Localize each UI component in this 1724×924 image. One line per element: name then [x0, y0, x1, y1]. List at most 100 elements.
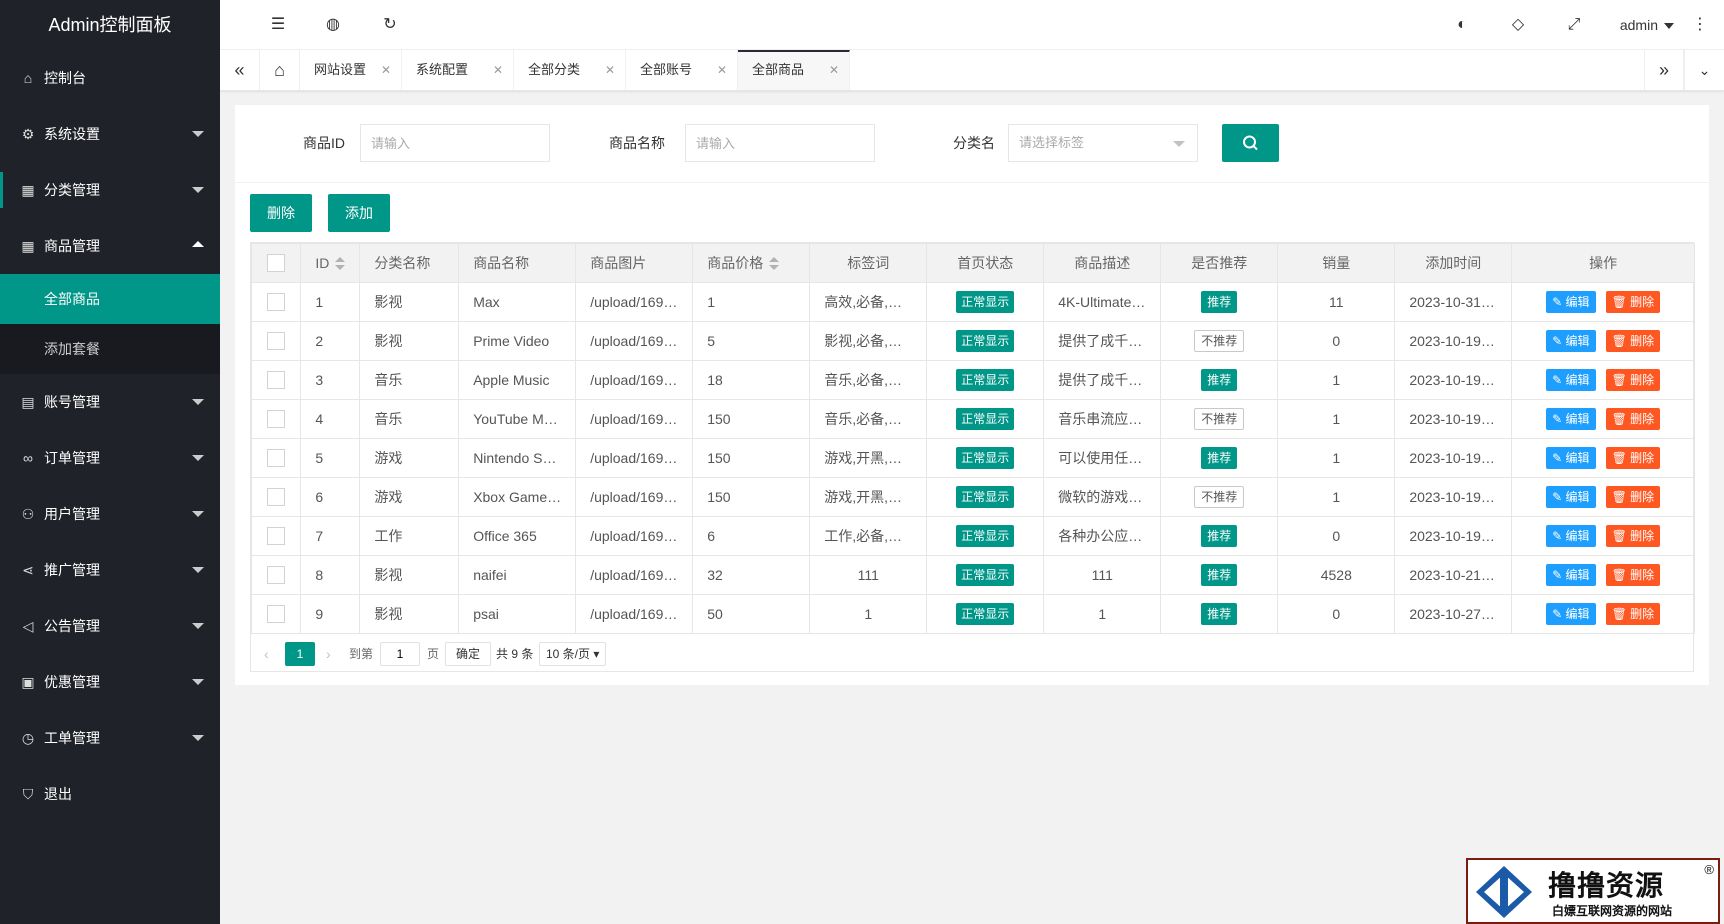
- delete-button[interactable]: 🗑 删除: [1605, 447, 1661, 469]
- row-checkbox[interactable]: [267, 371, 286, 390]
- row-checkbox[interactable]: [267, 605, 286, 624]
- edit-button[interactable]: ✎ 编辑: [1546, 486, 1596, 508]
- sidebar-item-notice-mgmt[interactable]: ◁ 公告管理: [0, 598, 220, 654]
- column-header-id[interactable]: ID: [300, 243, 361, 283]
- sidebar-item-all-products[interactable]: 全部商品: [0, 274, 220, 324]
- menu-toggle-icon[interactable]: ☰: [258, 0, 298, 50]
- row-checkbox[interactable]: [267, 410, 286, 429]
- home-tab-icon[interactable]: ⌂: [260, 50, 300, 90]
- tabs-scroll-right-icon[interactable]: »: [1644, 50, 1684, 90]
- row-checkbox[interactable]: [267, 527, 286, 546]
- category-select[interactable]: 请选择标签: [1008, 124, 1198, 162]
- cell-description: 4K-Ultimate…: [1043, 282, 1162, 322]
- sidebar-item-discount-mgmt[interactable]: ▣ 优惠管理: [0, 654, 220, 710]
- cell-image: /upload/169…: [575, 399, 694, 439]
- page-size-select[interactable]: 10 条/页 ▾: [539, 642, 607, 666]
- close-icon[interactable]: ✕: [381, 50, 391, 90]
- column-header-label: ID: [315, 254, 330, 271]
- sidebar-item-product-mgmt[interactable]: ▦ 商品管理: [0, 218, 220, 274]
- cell-added-time: 2023-10-21…: [1394, 555, 1513, 595]
- tab-site-settings[interactable]: 网站设置 ✕: [300, 50, 402, 90]
- row-checkbox[interactable]: [267, 488, 286, 507]
- sidebar-item-order-mgmt[interactable]: ∞ 订单管理: [0, 430, 220, 486]
- delete-button[interactable]: 🗑 删除: [1605, 486, 1661, 508]
- delete-label: 删除: [1630, 451, 1655, 465]
- edit-icon: ✎: [1552, 412, 1566, 426]
- cell-image: /upload/169…: [575, 477, 694, 517]
- tab-all-accounts[interactable]: 全部账号 ✕: [626, 50, 738, 90]
- cell-tags: 高效,必备,…: [809, 282, 928, 322]
- tab-all-categories[interactable]: 全部分类 ✕: [514, 50, 626, 90]
- sort-icon[interactable]: [335, 257, 346, 271]
- tag-icon[interactable]: ◇: [1498, 0, 1538, 50]
- refresh-icon[interactable]: ↻: [370, 0, 410, 50]
- delete-button[interactable]: 🗑 删除: [1605, 564, 1661, 586]
- cell-category: 音乐: [359, 399, 460, 439]
- close-icon[interactable]: ✕: [717, 50, 727, 90]
- select-all-checkbox[interactable]: [267, 254, 286, 273]
- row-checkbox[interactable]: [267, 449, 286, 468]
- edit-button[interactable]: ✎ 编辑: [1546, 291, 1596, 313]
- sidebar-item-category-mgmt[interactable]: ▦ 分类管理: [0, 162, 220, 218]
- goto-confirm-button[interactable]: 确定: [445, 642, 492, 666]
- row-checkbox[interactable]: [267, 293, 286, 312]
- delete-label: 删除: [1630, 607, 1655, 621]
- batch-delete-button[interactable]: 删除: [250, 194, 312, 232]
- product-name-input[interactable]: [685, 124, 875, 162]
- palette-icon[interactable]: ◐: [1442, 0, 1482, 50]
- close-icon[interactable]: ✕: [829, 52, 839, 88]
- delete-button[interactable]: 🗑 删除: [1605, 525, 1661, 547]
- edit-button[interactable]: ✎ 编辑: [1546, 603, 1596, 625]
- tabs-scroll-left-icon[interactable]: «: [220, 50, 260, 90]
- globe-icon[interactable]: ◍: [313, 0, 353, 50]
- row-checkbox[interactable]: [267, 332, 286, 351]
- edit-button[interactable]: ✎ 编辑: [1546, 330, 1596, 352]
- tabs-menu-chevron-icon[interactable]: ⌄: [1684, 50, 1724, 90]
- category-label: 分类名: [953, 135, 995, 151]
- cell-name: Nintendo S…: [458, 438, 577, 478]
- sidebar-menu: ⌂ 控制台 ⚙ 系统设置 ▦ 分类管理 ▦ 商品管理 全部商品 添加套餐 ▤ 账…: [0, 50, 220, 822]
- edit-button[interactable]: ✎ 编辑: [1546, 564, 1596, 586]
- product-id-input[interactable]: [360, 124, 550, 162]
- tab-system-config[interactable]: 系统配置 ✕: [402, 50, 514, 90]
- edit-button[interactable]: ✎ 编辑: [1546, 369, 1596, 391]
- edit-button[interactable]: ✎ 编辑: [1546, 408, 1596, 430]
- trash-icon: 🗑: [1611, 295, 1631, 309]
- edit-label: 编辑: [1565, 451, 1590, 465]
- edit-button[interactable]: ✎ 编辑: [1546, 447, 1596, 469]
- user-icon: ⚇: [21, 506, 35, 522]
- close-icon[interactable]: ✕: [493, 50, 503, 90]
- prev-page-icon[interactable]: ‹: [264, 642, 269, 666]
- sidebar-item-user-mgmt[interactable]: ⚇ 用户管理: [0, 486, 220, 542]
- delete-button[interactable]: 🗑 删除: [1605, 369, 1661, 391]
- user-menu[interactable]: admin: [1620, 0, 1674, 50]
- delete-button[interactable]: 🗑 删除: [1605, 603, 1661, 625]
- sidebar-item-dashboard[interactable]: ⌂ 控制台: [0, 50, 220, 106]
- tab-all-products[interactable]: 全部商品 ✕: [738, 50, 850, 90]
- row-checkbox[interactable]: [267, 566, 286, 585]
- cell-home-status: 正常显示: [926, 516, 1045, 556]
- search-button[interactable]: [1222, 124, 1279, 162]
- sidebar-item-promo-mgmt[interactable]: ⋖ 推广管理: [0, 542, 220, 598]
- sidebar-item-system-settings[interactable]: ⚙ 系统设置: [0, 106, 220, 162]
- delete-button[interactable]: 🗑 删除: [1605, 330, 1661, 352]
- more-icon[interactable]: ⋮: [1680, 0, 1720, 50]
- delete-button[interactable]: 🗑 删除: [1605, 291, 1661, 313]
- add-button[interactable]: 添加: [328, 194, 390, 232]
- sidebar-item-account-mgmt[interactable]: ▤ 账号管理: [0, 374, 220, 430]
- page-current[interactable]: 1: [285, 642, 315, 666]
- chevron-down-icon: [192, 511, 204, 517]
- close-icon[interactable]: ✕: [605, 50, 615, 90]
- fullscreen-icon[interactable]: ⤢: [1554, 0, 1594, 50]
- delete-button[interactable]: 🗑 删除: [1605, 408, 1661, 430]
- column-header-price[interactable]: 商品价格: [692, 243, 811, 283]
- sidebar-item-add-package[interactable]: 添加套餐: [0, 324, 220, 374]
- goto-page-input[interactable]: [380, 642, 420, 666]
- edit-button[interactable]: ✎ 编辑: [1546, 525, 1596, 547]
- cell-description: 1: [1043, 594, 1162, 634]
- next-page-icon[interactable]: ›: [326, 642, 331, 666]
- cell-price: 50: [692, 594, 811, 634]
- sidebar-item-ticket-mgmt[interactable]: ◷ 工单管理: [0, 710, 220, 766]
- sort-icon[interactable]: [769, 257, 780, 271]
- sidebar-item-logout[interactable]: ⛉ 退出: [0, 766, 220, 822]
